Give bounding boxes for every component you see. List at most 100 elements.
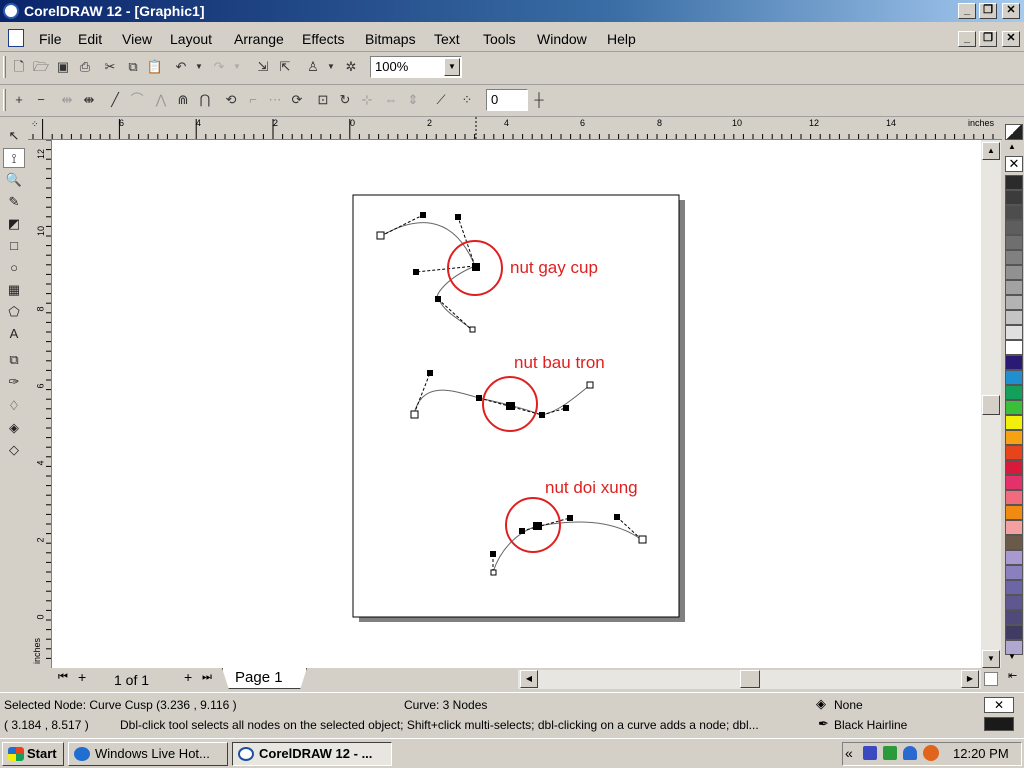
interactive-fill-tool-icon[interactable]: ◇ (3, 440, 25, 460)
control-handle[interactable] (435, 296, 441, 302)
freehand-tool-icon[interactable]: ✎ (3, 192, 25, 212)
extend-curve-icon[interactable]: ⌐ (244, 91, 262, 109)
tray-expand-icon[interactable]: « (845, 745, 853, 761)
join-nodes-icon[interactable]: ⇹ (58, 91, 76, 109)
selected-cusp-node[interactable] (472, 263, 480, 271)
break-curve-icon[interactable]: ⇼ (80, 91, 98, 109)
control-handle[interactable] (413, 269, 419, 275)
scroll-right-button[interactable]: ▶ (961, 670, 979, 688)
extract-subpath-icon[interactable]: ⋯ (266, 91, 284, 109)
color-swatch[interactable] (1005, 580, 1023, 595)
palette-options-icon[interactable] (1005, 124, 1023, 140)
maximize-button[interactable]: ❐ (979, 3, 997, 19)
smart-fill-tool-icon[interactable]: ◩ (3, 214, 25, 234)
undo-icon[interactable]: ↶ (172, 58, 190, 76)
color-swatch[interactable] (1005, 280, 1023, 295)
start-node[interactable] (410, 410, 419, 419)
navigator-corner-button[interactable] (984, 672, 998, 686)
control-handle[interactable] (420, 212, 426, 218)
end-node[interactable] (469, 326, 476, 333)
last-page-icon[interactable]: ⏭ (202, 671, 212, 684)
color-swatch[interactable] (1005, 340, 1023, 355)
coreldraw-app-icon[interactable] (3, 3, 19, 19)
smoothness-slider-icon[interactable]: ┼ (530, 91, 548, 109)
fill-tool-icon[interactable]: ◈ (3, 418, 25, 438)
control-handle[interactable] (427, 370, 433, 376)
control-handle[interactable] (563, 405, 569, 411)
control-handle[interactable] (455, 214, 461, 220)
elastic-mode-icon[interactable]: ⟋ (432, 91, 450, 109)
color-swatch[interactable] (1005, 550, 1023, 565)
color-swatch[interactable] (1005, 445, 1023, 460)
menu-layout[interactable]: Layout (170, 31, 212, 47)
menu-view[interactable]: View (122, 31, 152, 47)
control-handle[interactable] (476, 395, 482, 401)
traffic-light-icon[interactable] (883, 746, 897, 760)
smooth-node-icon[interactable]: ⋒ (174, 91, 192, 109)
color-swatch[interactable] (1005, 400, 1023, 415)
color-swatch[interactable] (1005, 355, 1023, 370)
paste-icon[interactable]: 📋 (146, 58, 164, 76)
scroll-left-button[interactable]: ◀ (520, 670, 538, 688)
menu-window[interactable]: Window (537, 31, 587, 47)
control-handle[interactable] (567, 515, 573, 521)
document-icon[interactable] (8, 29, 24, 47)
taskbar-item-coreldraw[interactable]: CorelDRAW 12 - ... (232, 742, 392, 766)
color-swatch[interactable] (1005, 235, 1023, 250)
color-swatch[interactable] (1005, 415, 1023, 430)
corel-online-icon[interactable]: ✲ (342, 58, 360, 76)
basic-shapes-tool-icon[interactable]: ⬠ (3, 302, 25, 322)
add-page-after-icon[interactable]: + (184, 669, 192, 685)
application-launcher-icon[interactable]: ♙ (304, 58, 322, 76)
color-swatch[interactable] (1005, 610, 1023, 625)
save-icon[interactable]: ▣ (54, 58, 72, 76)
curve-smoothness-field[interactable]: 0 (486, 89, 528, 111)
add-node-icon[interactable]: + (10, 91, 28, 109)
menu-help[interactable]: Help (607, 31, 636, 47)
control-handle[interactable] (614, 514, 620, 520)
symmetrical-node-icon[interactable]: ⋂ (196, 91, 214, 109)
fill-color-swatch[interactable]: ✕ (984, 697, 1014, 713)
redo-dropdown-icon[interactable]: ▼ (228, 58, 246, 76)
menu-tools[interactable]: Tools (483, 31, 516, 47)
symmetrical-node[interactable] (533, 522, 542, 530)
doc-close-button[interactable]: ✕ (1002, 31, 1020, 47)
no-color-swatch[interactable]: ✕ (1005, 156, 1023, 172)
palette-scroll-down-icon[interactable]: ▼ (1008, 652, 1016, 661)
smooth-node[interactable] (506, 402, 515, 410)
outline-color-swatch[interactable] (984, 717, 1014, 731)
palette-expand-icon[interactable]: ⇤ (1008, 669, 1017, 682)
text-tool-icon[interactable]: A (3, 324, 25, 344)
horizontal-scroll-thumb[interactable] (740, 670, 760, 688)
antivirus-icon[interactable] (923, 745, 939, 761)
reverse-direction-icon[interactable]: ⟲ (222, 91, 240, 109)
interactive-blend-tool-icon[interactable]: ⧉ (3, 350, 25, 370)
doc-restore-button[interactable]: ❐ (979, 31, 997, 47)
print-icon[interactable]: ⎙ (76, 58, 94, 76)
vertical-scroll-thumb[interactable] (982, 395, 1000, 415)
color-swatch[interactable] (1005, 295, 1023, 310)
new-icon[interactable]: 🗋 (10, 58, 28, 76)
color-swatch[interactable] (1005, 370, 1023, 385)
color-swatch[interactable] (1005, 565, 1023, 580)
vertical-scrollbar[interactable]: ▲ ▼ (981, 140, 1001, 668)
scroll-down-button[interactable]: ▼ (982, 650, 1000, 668)
color-swatch[interactable] (1005, 460, 1023, 475)
menu-effects[interactable]: Effects (302, 31, 345, 47)
color-swatch[interactable] (1005, 325, 1023, 340)
color-swatch[interactable] (1005, 190, 1023, 205)
ellipse-tool-icon[interactable]: ○ (3, 258, 25, 278)
color-swatch[interactable] (1005, 250, 1023, 265)
end-node[interactable] (586, 381, 594, 389)
color-swatch[interactable] (1005, 595, 1023, 610)
menu-file[interactable]: File (39, 31, 62, 47)
to-curve-icon[interactable]: ⌒ (128, 91, 146, 109)
horizontal-scrollbar[interactable]: ◀ ▶ (518, 670, 981, 689)
select-all-nodes-icon[interactable]: ⁘ (458, 91, 476, 109)
open-icon[interactable]: 🗁 (32, 58, 50, 76)
rotate-skew-icon[interactable]: ↻ (336, 91, 354, 109)
auto-close-icon[interactable]: ⟳ (288, 91, 306, 109)
start-button[interactable]: Start (2, 742, 64, 766)
color-swatch[interactable] (1005, 385, 1023, 400)
drawing-canvas[interactable]: nut gay cup nut bau tron nut doi xung (52, 140, 981, 668)
